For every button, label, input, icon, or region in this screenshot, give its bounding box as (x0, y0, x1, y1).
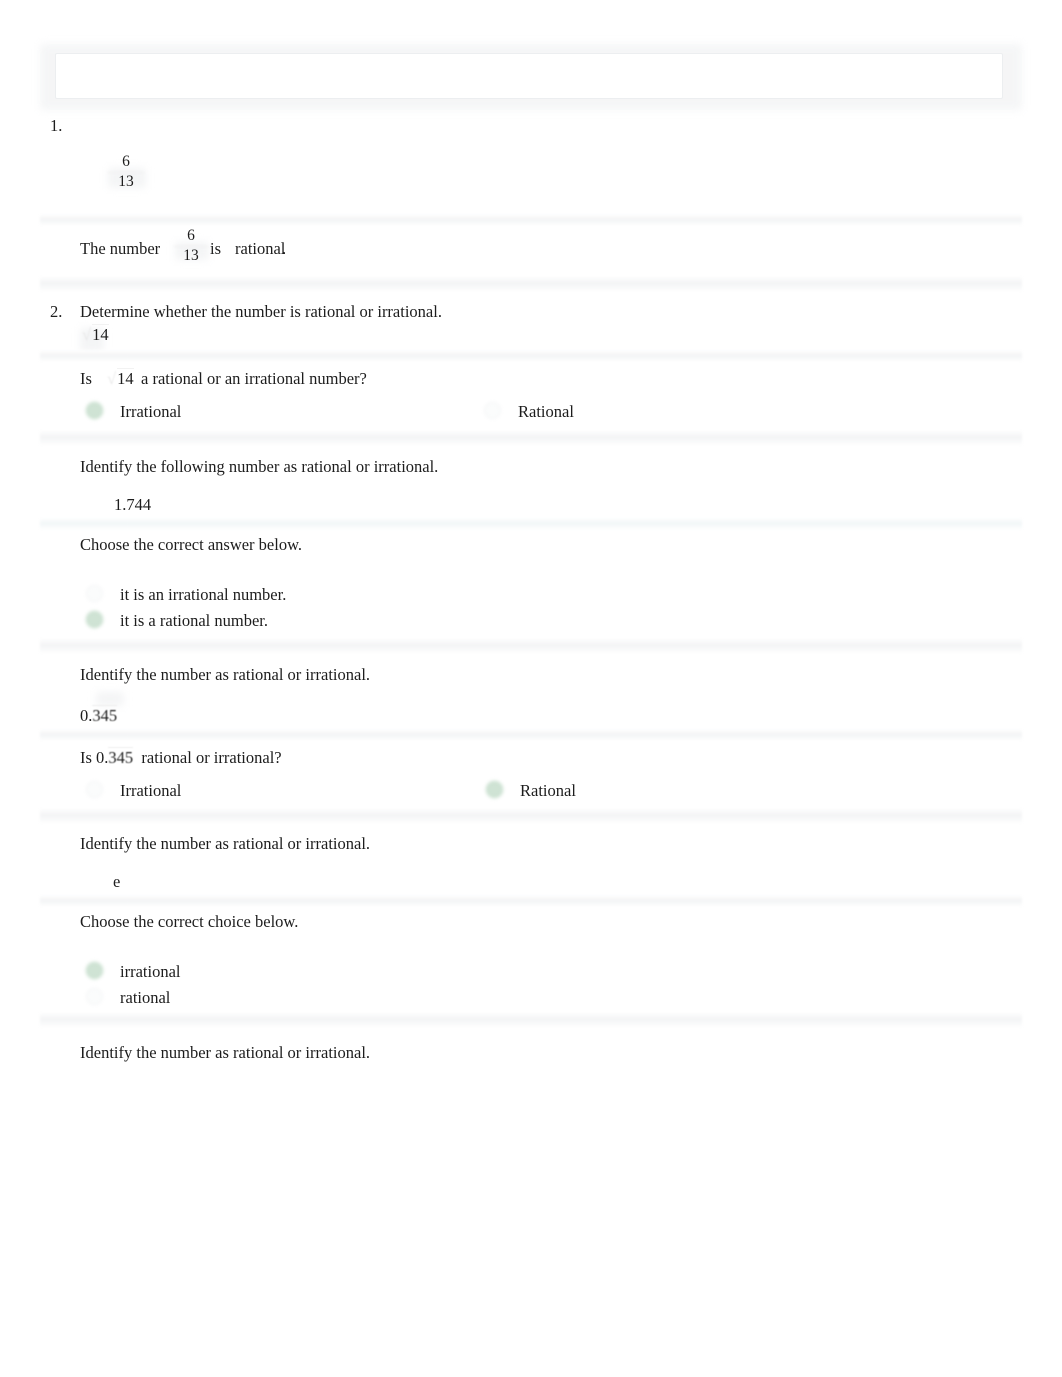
problem-2-prompt: Determine whether the number is rational… (80, 302, 442, 321)
radical-icon: √ (107, 369, 117, 388)
problem-3-option-0-radio[interactable] (86, 585, 103, 602)
problem-4-question: Is 0.345 rational or irrational? (80, 747, 282, 769)
problem-3-option-0-label[interactable]: it is an irrational number. (120, 585, 286, 606)
fraction-bar (174, 246, 208, 248)
toolbar-region (40, 44, 1022, 110)
problem-4-expression: 0.345 (80, 705, 118, 727)
problem-2-option-1-label[interactable]: Rational (518, 402, 574, 423)
problem-3-prompt: Identify the following number as rationa… (80, 457, 439, 476)
problem-1-answer-lead: The number (80, 239, 161, 258)
problem-2-question-lead: Is (80, 369, 92, 388)
problem-4-option-1-radio[interactable] (486, 781, 503, 798)
problem-4-prompt: Identify the number as rational or irrat… (80, 665, 371, 684)
problem-3-option-1-label[interactable]: it is a rational number. (120, 611, 268, 632)
divider-8 (40, 808, 1022, 824)
divider-10 (40, 1012, 1022, 1028)
problem-3-option-1-radio[interactable] (86, 611, 103, 628)
problem-1-answer-verb: is (210, 239, 222, 258)
divider-1 (40, 214, 1022, 226)
problem-1-answer-selection[interactable]: rational (235, 239, 285, 260)
fraction-denominator: 13 (118, 173, 134, 191)
problem-5-option-0-radio[interactable] (86, 962, 103, 979)
radicand: 14 (92, 324, 109, 344)
problem-6-prompt: Identify the number as rational or irrat… (80, 1043, 371, 1062)
problem-2-option-0-label[interactable]: Irrational (120, 402, 181, 423)
fraction-numerator: 6 (122, 153, 130, 170)
problem-2-option-0-radio[interactable] (86, 402, 103, 419)
problem-2-expression: √14 (82, 324, 109, 345)
worksheet-page: 1. 6 13 The number 6 13 is rational . 2.… (0, 0, 1062, 1377)
problem-1-fraction: 6 13 (108, 153, 144, 191)
problem-5-option-0-label[interactable]: irrational (120, 962, 180, 983)
problem-1-answer-fraction: 6 13 (174, 227, 208, 265)
radicand: 14 (117, 368, 134, 388)
decimal-repeating-part: 345 (92, 705, 118, 725)
fraction-numerator: 6 (187, 227, 195, 244)
problem-4-option-0-radio[interactable] (86, 781, 103, 798)
divider-7 (40, 729, 1022, 741)
problem-2-number: 2. (50, 302, 63, 321)
divider-2 (40, 276, 1022, 292)
divider-3 (40, 350, 1022, 362)
problem-5-prompt: Identify the number as rational or irrat… (80, 834, 371, 853)
problem-4-overbar-blur (96, 692, 124, 706)
answer-input-bar[interactable] (55, 53, 1003, 99)
question-lead: Is (80, 748, 92, 767)
problem-2-question-radical: √14 (107, 368, 134, 389)
problem-1-answer-period: . (282, 239, 287, 258)
question-tail: rational or irrational? (141, 748, 282, 767)
decimal-integer-part: 0. (96, 748, 109, 767)
problem-2-option-1-radio[interactable] (484, 402, 501, 419)
decimal-integer-part: 0. (80, 706, 93, 725)
problem-4-option-0-label[interactable]: Irrational (120, 781, 181, 802)
divider-9 (40, 895, 1022, 907)
decimal-repeating-part: 345 (108, 747, 134, 767)
problem-5-expression: e (113, 872, 121, 891)
problem-3-expression: 1.744 (114, 495, 152, 514)
divider-4 (40, 430, 1022, 446)
problem-1-number: 1. (50, 116, 63, 135)
fraction-denominator: 13 (183, 247, 199, 265)
radical-icon: √ (82, 325, 92, 344)
divider-5 (40, 518, 1022, 530)
problem-4-option-1-label[interactable]: Rational (520, 781, 576, 802)
divider-6 (40, 638, 1022, 654)
problem-3-choose-label: Choose the correct answer below. (80, 535, 303, 554)
problem-5-option-1-radio[interactable] (86, 988, 103, 1005)
fraction-bar (108, 172, 144, 174)
problem-5-choose-label: Choose the correct choice below. (80, 912, 299, 931)
problem-2-question-tail: a rational or an irrational number? (141, 369, 367, 388)
problem-5-option-1-label[interactable]: rational (120, 988, 170, 1009)
